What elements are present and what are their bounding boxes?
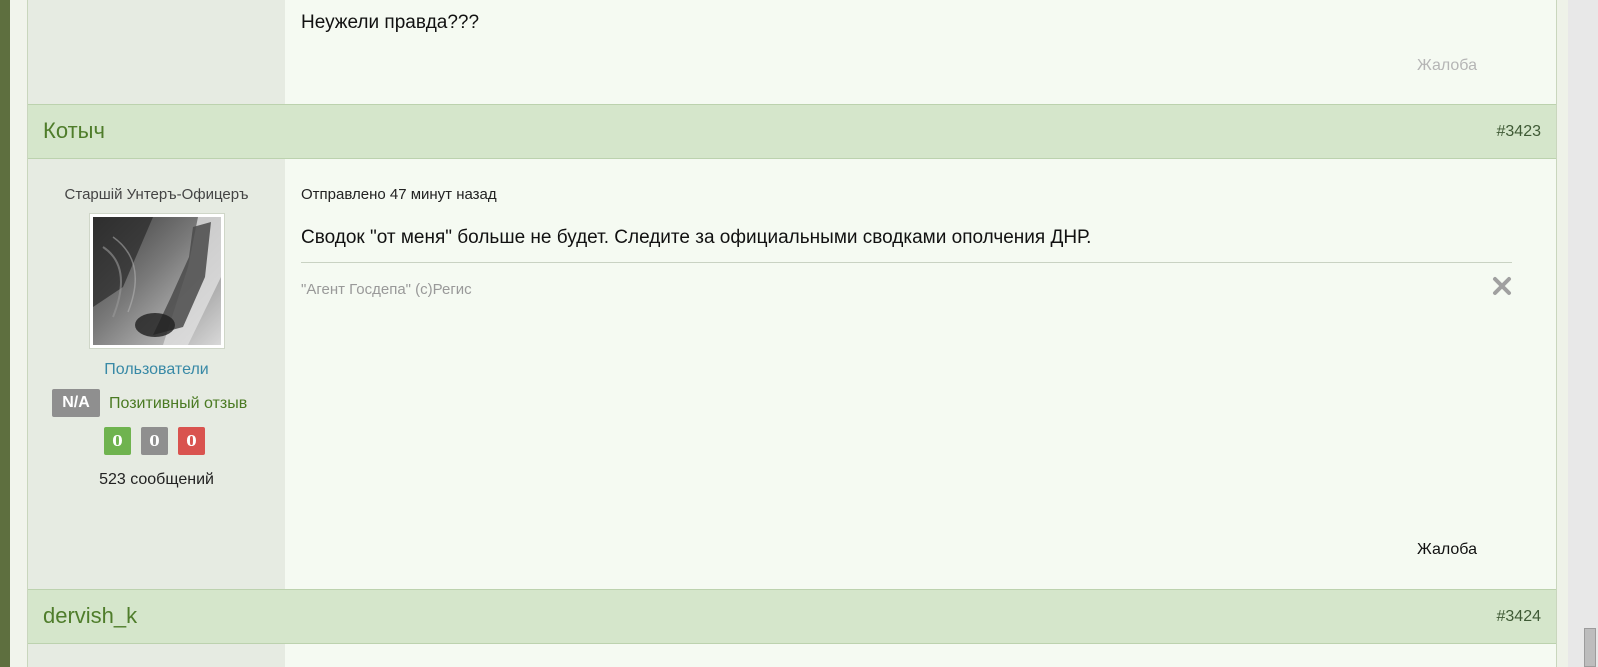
forum-thread: Неужели правда??? Жалоба Котыч #3423 Ста… xyxy=(27,0,1557,667)
complaint-link[interactable]: Жалоба xyxy=(1417,541,1477,559)
page-margin-right xyxy=(1557,0,1568,667)
author-name[interactable]: Котыч xyxy=(43,118,105,144)
user-group-link[interactable]: Пользователи xyxy=(28,361,285,379)
post-number-link[interactable]: #3423 xyxy=(1497,123,1542,141)
outer-frame-left xyxy=(0,0,10,667)
signature: "Агент Госдепа" (с)Регис xyxy=(301,281,472,298)
signature-divider xyxy=(301,262,1512,263)
positive-count[interactable]: 0 xyxy=(104,427,131,455)
post-time: Отправлено 47 минут назад xyxy=(301,186,497,203)
neutral-count[interactable]: 0 xyxy=(141,427,168,455)
author-name[interactable]: dervish_k xyxy=(43,603,137,629)
scrollbar[interactable] xyxy=(1568,0,1598,667)
post-header: dervish_k #3424 xyxy=(28,589,1556,644)
close-icon[interactable] xyxy=(1491,275,1513,297)
rating-badge: N/A xyxy=(52,389,100,417)
avatar-image xyxy=(93,217,221,345)
author-sidebar xyxy=(28,644,285,667)
prev-post-sidebar xyxy=(28,0,285,104)
user-rank: Старшій Унтеръ-Офицеръ xyxy=(64,186,249,203)
scrollbar-thumb[interactable] xyxy=(1584,628,1596,667)
post-number-link[interactable]: #3424 xyxy=(1497,608,1542,626)
prev-post-text: Неужели правда??? xyxy=(301,12,480,33)
rating-label: Позитивный отзыв xyxy=(109,395,248,412)
negative-count[interactable]: 0 xyxy=(178,427,205,455)
page-margin-left xyxy=(10,0,27,667)
post-header: Котыч #3423 xyxy=(28,104,1556,159)
post-text: Сводок "от меня" больше не будет. Следит… xyxy=(301,227,1092,248)
post-content xyxy=(285,159,1556,589)
prev-post-complaint-link[interactable]: Жалоба xyxy=(1417,57,1477,75)
avatar[interactable] xyxy=(89,213,225,349)
message-count: 523 сообщений xyxy=(99,471,214,488)
post-content xyxy=(285,644,1556,667)
